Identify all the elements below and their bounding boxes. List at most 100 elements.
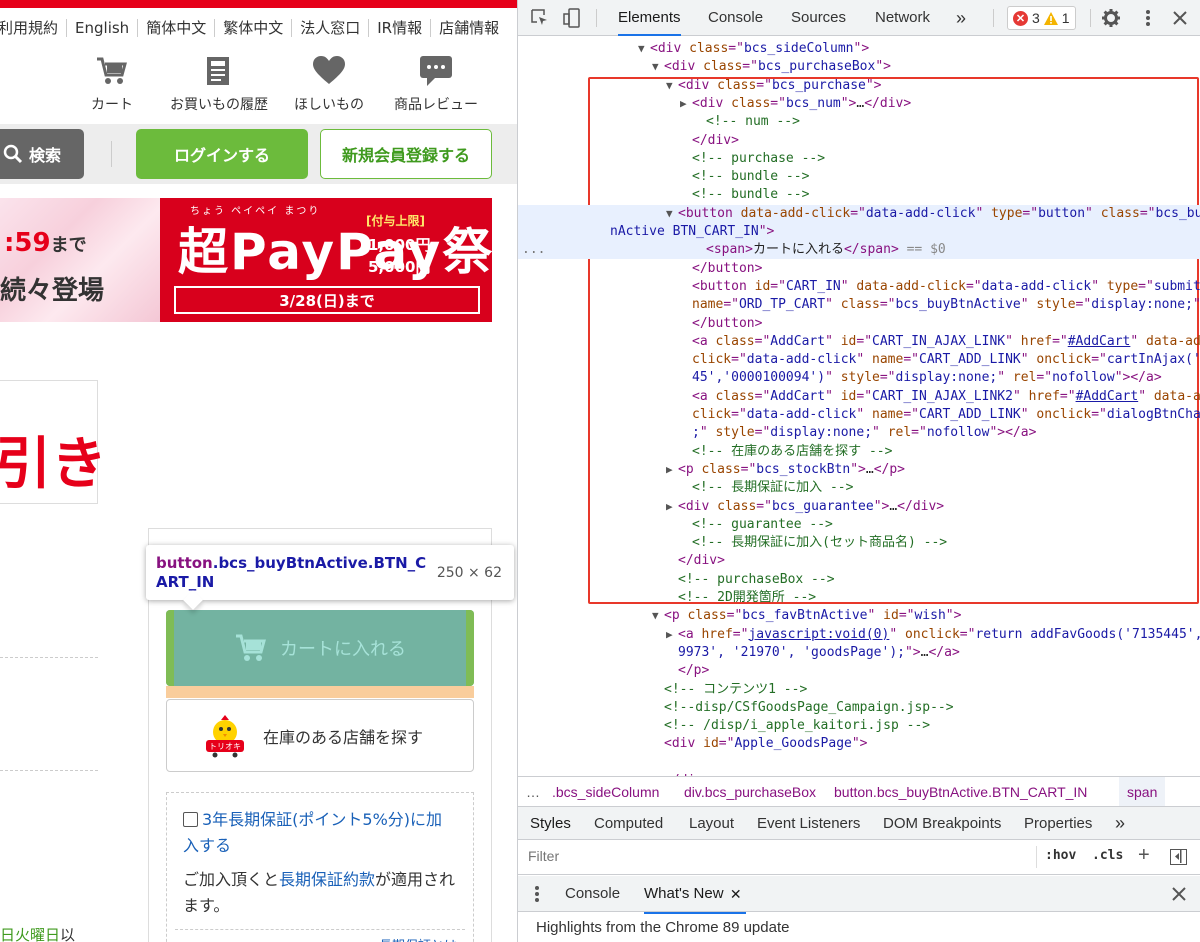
styles-filter-input[interactable]	[528, 848, 1028, 864]
close-icon[interactable]	[1172, 887, 1186, 906]
guarantee-link[interactable]: 3年長期保証(ポイント5%分)に加入する	[183, 810, 442, 855]
tab-console[interactable]: Console	[708, 0, 763, 36]
breadcrumb-side-column[interactable]: .bcs_sideColumn	[552, 777, 659, 806]
inspect-element-icon[interactable]	[530, 8, 550, 28]
dom-node-line[interactable]: name="ORD_TP_CART" class="bcs_buyBtnActi…	[518, 296, 1200, 314]
tab-sources[interactable]: Sources	[791, 0, 846, 36]
add-to-cart-button[interactable]: カートに入れる	[166, 610, 474, 686]
guarantee-checkbox[interactable]	[183, 812, 198, 827]
topnav-corporate[interactable]: 法人窓口	[292, 19, 370, 37]
dom-node-line[interactable]: <!-- 長期保証に加入(セット商品名) -->	[518, 534, 1200, 552]
more-options-icon[interactable]	[1138, 8, 1158, 28]
issues-badge[interactable]: ✕ 3 1	[1007, 6, 1076, 30]
header-review-link[interactable]: 商品レビュー	[394, 54, 478, 114]
dom-node-line[interactable]: </button>	[518, 315, 1200, 333]
cls-toggle[interactable]: .cls	[1092, 848, 1123, 863]
dom-tree[interactable]: ▼ <div class="bcs_sideColumn"> ▼ <div class…	[518, 36, 1200, 776]
close-icon[interactable]	[1170, 8, 1190, 28]
dom-node-line[interactable]: click="data-add-click" name="CART_ADD_LI…	[518, 406, 1200, 424]
dom-node-line[interactable]: 45','0000100094')" style="display:none;"…	[518, 369, 1200, 387]
tab-computed[interactable]: Computed	[594, 807, 663, 840]
drawer-menu-icon[interactable]	[534, 885, 540, 908]
dom-node-line[interactable]: <!-- bundle -->	[518, 186, 1200, 204]
dom-node-line[interactable]: ▶ <a href="javascript:void(0)" onclick="r…	[518, 626, 1200, 644]
add-rule-icon[interactable]: +	[1138, 844, 1150, 867]
dom-node-line[interactable]: ▶ <div class="bcs_num">…</div>	[518, 95, 1200, 113]
dom-node-line[interactable]: ;" style="display:none;" rel="nofollow">…	[518, 424, 1200, 442]
expand-arrow-icon[interactable]: ▶	[666, 626, 673, 644]
collapse-arrow-icon[interactable]: ▼	[666, 205, 673, 223]
dom-node-line[interactable]: <!-- bundle -->	[518, 168, 1200, 186]
hov-toggle[interactable]: :hov	[1045, 848, 1076, 863]
guarantee-option[interactable]: 3年長期保証(ポイント5%分)に加入する	[183, 807, 457, 859]
topnav-simplified-chinese[interactable]: 簡体中文	[138, 19, 216, 37]
store-stock-button[interactable]: トリオキ 在庫のある店舗を探す	[166, 699, 474, 772]
dom-node-line[interactable]: nActive BTN_CART_IN">	[518, 223, 1200, 241]
dom-node-line[interactable]	[518, 754, 1200, 772]
expand-arrow-icon[interactable]: ▶	[666, 498, 673, 516]
dom-node-line[interactable]: ▼ <button data-add-click="data-add-click"…	[518, 204, 1200, 223]
tab-elements[interactable]: Elements	[618, 0, 681, 36]
topnav-terms[interactable]: 利用規約	[0, 19, 68, 37]
dom-node-line[interactable]: <!--disp/CSfGoodsPage_Campaign.jsp-->	[518, 699, 1200, 717]
device-toolbar-icon[interactable]	[562, 8, 582, 28]
dom-node-line[interactable]: <!-- purchase -->	[518, 150, 1200, 168]
tab-network[interactable]: Network	[875, 0, 930, 36]
dom-node-line[interactable]: </div>	[518, 132, 1200, 150]
collapse-arrow-icon[interactable]: ▼	[638, 40, 645, 58]
dom-node-line[interactable]: </button>	[518, 260, 1200, 278]
dom-node-line[interactable]: <!-- 在庫のある店舗を探す -->	[518, 443, 1200, 461]
tab-styles[interactable]: Styles	[530, 807, 571, 842]
dom-node-line[interactable]: <!-- purchaseBox -->	[518, 571, 1200, 589]
toggle-sidebar-icon[interactable]	[1170, 849, 1187, 865]
breadcrumb-span[interactable]: span	[1119, 777, 1166, 806]
collapse-arrow-icon[interactable]: ▼	[666, 77, 673, 95]
collapse-arrow-icon[interactable]: ▼	[652, 58, 659, 76]
more-tabs-button[interactable]: »	[956, 0, 966, 36]
dom-node-line[interactable]: <!-- num -->	[518, 113, 1200, 131]
dom-node-line[interactable]: <!-- guarantee -->	[518, 516, 1200, 534]
dom-node-line[interactable]: </p>	[518, 662, 1200, 680]
dom-node-line[interactable]: 9973', '21970', 'goodsPage');">…</a>	[518, 644, 1200, 662]
tab-event-listeners[interactable]: Event Listeners	[757, 807, 860, 840]
dom-node-line[interactable]: <button id="CART_IN" data-add-click="dat…	[518, 278, 1200, 296]
expand-arrow-icon[interactable]: ▶	[666, 461, 673, 479]
dom-node-line[interactable]: <span>カートに入れる</span> == $0...	[518, 241, 1200, 260]
campaign-banner[interactable]: :59まで 続々登場 ちょう ペイペイ まつり 超PayPay祭 [付与上限] …	[0, 198, 492, 322]
dom-node-line[interactable]: <!-- /disp/i_apple_kaitori.jsp -->	[518, 717, 1200, 735]
node-actions-ellipsis[interactable]: ...	[522, 241, 545, 259]
expand-arrow-icon[interactable]: ▶	[680, 95, 687, 113]
dom-node-line[interactable]: <!-- 2D開発箇所 -->	[518, 589, 1200, 607]
guarantee-terms-link[interactable]: 長期保証約款	[279, 870, 375, 889]
topnav-english[interactable]: English	[67, 19, 139, 37]
close-icon[interactable]: ✕	[730, 876, 742, 912]
search-button[interactable]: 検索	[0, 129, 84, 179]
dom-node-line[interactable]: <!-- コンテンツ1 -->	[518, 681, 1200, 699]
dom-node-line[interactable]: ▶ <p class="bcs_stockBtn">…</p>	[518, 461, 1200, 479]
login-button[interactable]: ログインする	[136, 129, 308, 179]
dom-node-line[interactable]: <a class="AddCart" id="CART_IN_AJAX_LINK…	[518, 388, 1200, 406]
topnav-traditional-chinese[interactable]: 繁体中文	[215, 19, 293, 37]
tab-layout[interactable]: Layout	[689, 807, 734, 840]
drawer-tab-console[interactable]: Console	[565, 876, 620, 912]
tab-properties[interactable]: Properties	[1024, 807, 1092, 840]
register-button[interactable]: 新規会員登録する	[320, 129, 492, 179]
breadcrumb-ellipsis[interactable]: …	[526, 777, 540, 806]
breadcrumb-purchase-box[interactable]: div.bcs_purchaseBox	[684, 777, 816, 806]
header-history-link[interactable]: お買いもの履歴	[170, 54, 268, 114]
collapse-arrow-icon[interactable]: ▼	[652, 607, 659, 625]
dom-node-line[interactable]: <a class="AddCart" id="CART_IN_AJAX_LINK…	[518, 333, 1200, 351]
header-wishlist-link[interactable]: ほしいもの	[294, 54, 364, 114]
dom-node-line[interactable]: <div id="Apple_GoodsPage">	[518, 735, 1200, 753]
breadcrumb-cart-button[interactable]: button.bcs_buyBtnActive.BTN_CART_IN	[834, 777, 1087, 806]
dom-node-line[interactable]: ▼ <div class="bcs_sideColumn">	[518, 40, 1200, 58]
topnav-ir[interactable]: IR情報	[369, 19, 432, 37]
more-subtabs-button[interactable]: »	[1115, 807, 1125, 840]
header-cart-link[interactable]: カート	[91, 54, 133, 114]
dom-node-line[interactable]: ▼ <p class="bcs_favBtnActive" id="wish">	[518, 607, 1200, 625]
guarantee-more-link[interactable]: > 長期保証とは	[183, 934, 457, 942]
tab-dom-breakpoints[interactable]: DOM Breakpoints	[883, 807, 1001, 840]
dom-node-line[interactable]: ▼ <div class="bcs_purchaseBox">	[518, 58, 1200, 76]
topnav-stores[interactable]: 店舗情報	[431, 19, 507, 37]
dom-node-line[interactable]: click="data-add-click" name="CART_ADD_LI…	[518, 351, 1200, 369]
